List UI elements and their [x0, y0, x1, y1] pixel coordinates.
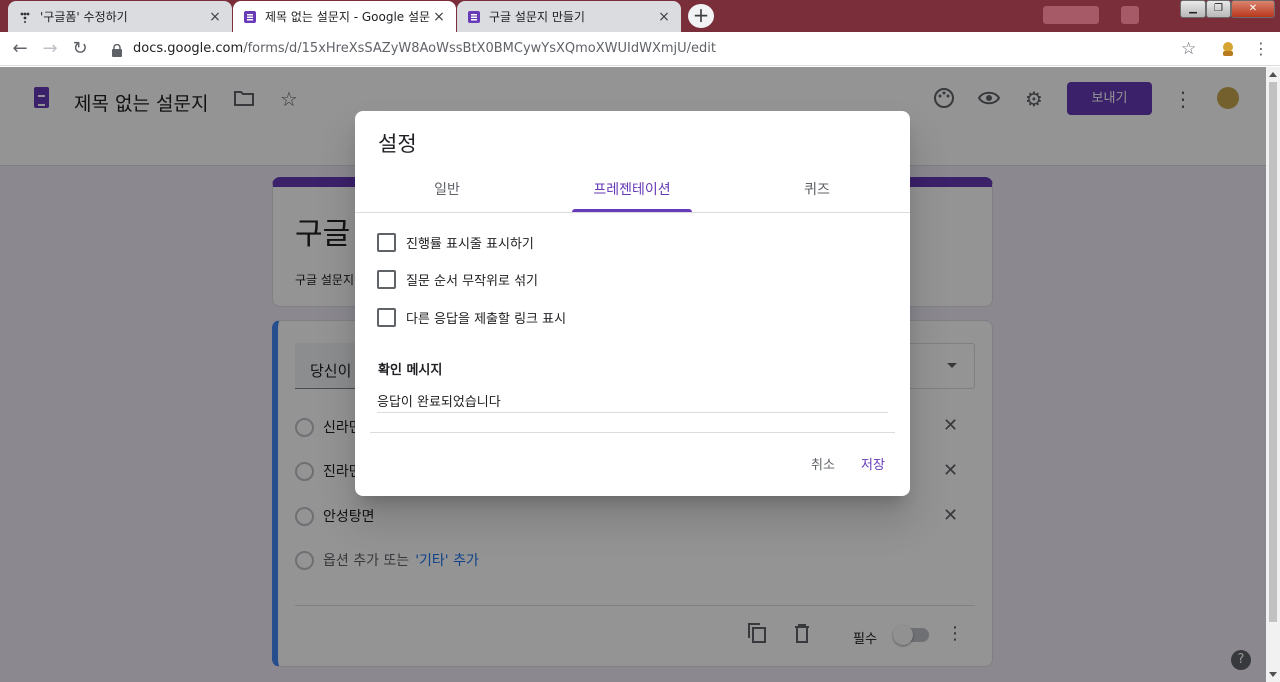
browser-tab[interactable]: 구글 설문지 만들기 ×	[457, 1, 681, 32]
extension-icon[interactable]	[1219, 40, 1237, 58]
bookmark-star-icon[interactable]: ☆	[1181, 39, 1196, 59]
window-close-icon[interactable]: ✕	[1231, 0, 1275, 18]
back-arrow-icon[interactable]: ←	[10, 39, 30, 59]
reload-icon[interactable]: ↻	[70, 39, 90, 59]
save-button[interactable]: 저장	[861, 454, 885, 473]
profile-indicator	[1121, 6, 1139, 24]
tab-title: 구글 설문지 만들기	[489, 10, 585, 24]
browser-tab-active[interactable]: 제목 없는 설문지 - Google 설문 ×	[233, 1, 456, 32]
checkbox[interactable]	[377, 307, 396, 327]
forward-arrow-icon[interactable]: →	[40, 39, 60, 59]
url-text: docs.google.com/forms/d/15xHreXsSAZyW8Ao…	[133, 41, 716, 56]
scroll-up-icon[interactable]	[1269, 72, 1277, 77]
tab-close-icon[interactable]: ×	[432, 9, 446, 25]
tab-presentation[interactable]: 프레젠테이션	[572, 173, 692, 213]
page-scrollbar[interactable]	[1266, 67, 1280, 682]
scroll-thumb[interactable]	[1269, 82, 1277, 622]
settings-dialog: 설정 일반 프레젠테이션 퀴즈 진행률 표시줄 표시하기 질문 순서 무작위로 …	[355, 111, 910, 496]
checkbox-label: 진행률 표시줄 표시하기	[406, 236, 534, 252]
tab-quiz[interactable]: 퀴즈	[757, 173, 877, 213]
cancel-button[interactable]: 취소	[811, 454, 835, 473]
confirmation-message-label: 확인 메시지	[378, 363, 443, 378]
google-forms-favicon-icon	[243, 10, 257, 24]
tab-general[interactable]: 일반	[387, 173, 507, 213]
dialog-divider	[370, 432, 895, 433]
lock-icon	[112, 42, 122, 57]
checkbox[interactable]	[377, 269, 396, 289]
browser-tab[interactable]: '구글폼' 수정하기 ×	[8, 1, 232, 32]
window-controls: ▁ ❐ ✕	[1180, 0, 1275, 20]
confirmation-message-input[interactable]	[377, 388, 888, 413]
url-path: /forms/d/15xHreXsSAZyW8AoWssBtX0BMCywYsX…	[243, 41, 716, 56]
restore-icon[interactable]: ❐	[1206, 0, 1231, 18]
checkbox-label: 다른 응답을 제출할 링크 표시	[406, 311, 567, 327]
tab-close-icon[interactable]: ×	[208, 9, 222, 25]
active-tab-indicator	[572, 209, 692, 212]
checkbox-row[interactable]: 질문 순서 무작위로 섞기	[377, 269, 538, 289]
forms-favicon-icon	[18, 10, 32, 24]
dialog-title: 설정	[378, 132, 417, 156]
browser-tab-bar: '구글폼' 수정하기 × 제목 없는 설문지 - Google 설문 × 구글 …	[0, 0, 1280, 32]
url-host: docs.google.com	[133, 41, 244, 56]
dialog-tabs: 일반 프레젠테이션 퀴즈	[355, 173, 910, 213]
new-tab-button[interactable]: +	[688, 4, 714, 28]
profile-pill	[1043, 6, 1099, 24]
checkbox-row[interactable]: 진행률 표시줄 표시하기	[377, 232, 534, 252]
address-toolbar: ← → ↻ docs.google.com/forms/d/15xHreXsSA…	[0, 32, 1280, 66]
checkbox-label: 질문 순서 무작위로 섞기	[406, 273, 538, 289]
tab-title: '구글폼' 수정하기	[40, 10, 128, 24]
browser-menu-icon[interactable]: ⋮	[1253, 39, 1269, 58]
url-bar[interactable]: docs.google.com/forms/d/15xHreXsSAZyW8Ao…	[104, 36, 1209, 62]
google-forms-favicon-icon	[467, 10, 481, 24]
tab-close-icon[interactable]: ×	[657, 9, 671, 25]
checkbox-row[interactable]: 다른 응답을 제출할 링크 표시	[377, 307, 566, 327]
checkbox[interactable]	[377, 232, 396, 252]
tab-title: 제목 없는 설문지 - Google 설문	[265, 10, 431, 24]
minimize-icon[interactable]: ▁	[1180, 0, 1206, 18]
scroll-down-icon[interactable]	[1269, 672, 1277, 677]
